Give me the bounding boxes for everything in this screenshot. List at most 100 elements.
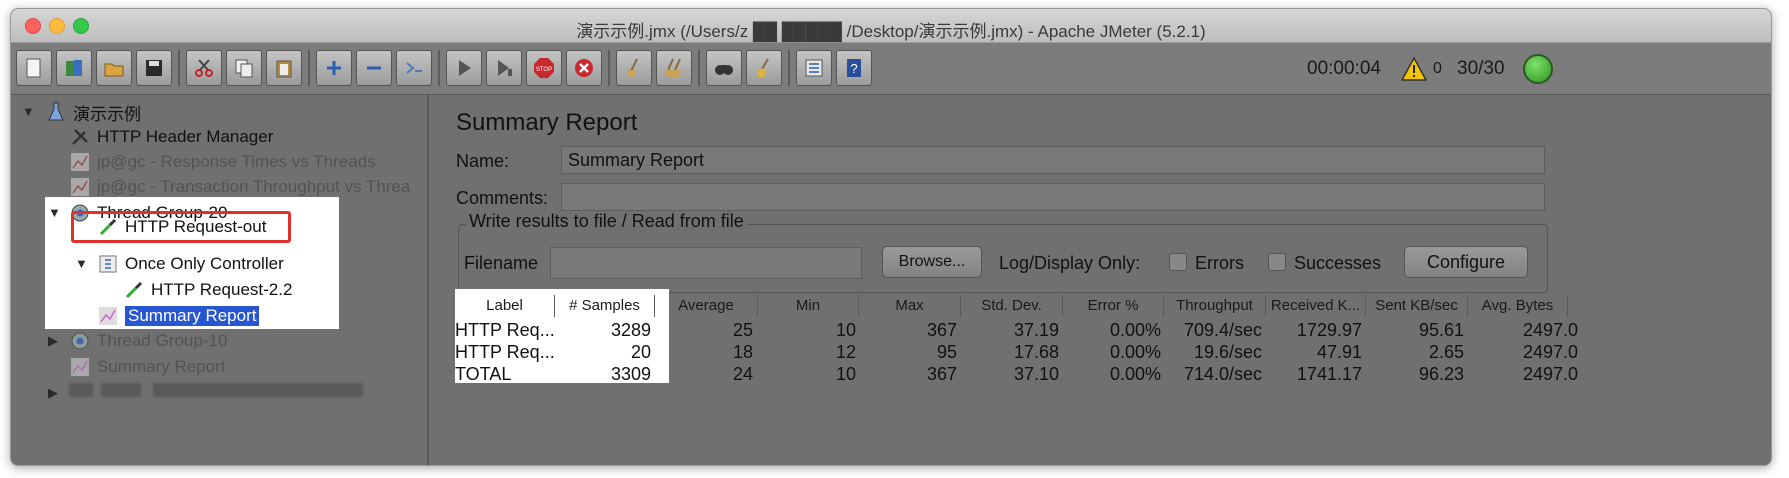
successes-label: Successes: [1294, 253, 1382, 273]
tree-item-label: HTTP Request-2.2: [151, 280, 293, 299]
pipette-icon: [97, 216, 119, 238]
column-header-error[interactable]: Error %: [1063, 295, 1164, 317]
expand-icon[interactable]: [316, 50, 352, 86]
redacted-text: [69, 383, 93, 397]
search-icon[interactable]: [706, 50, 742, 86]
save-icon[interactable]: [136, 50, 172, 86]
table-cell: 96.23: [1418, 364, 1464, 384]
graph-icon: [69, 176, 91, 198]
filename-field[interactable]: [550, 247, 862, 279]
table-cell: 19.6/sec: [1193, 342, 1262, 362]
tree-item-response-times[interactable]: jp@gc - Response Times vs Threads: [69, 150, 376, 174]
graph-icon: [97, 305, 119, 327]
copy-icon[interactable]: [226, 50, 262, 86]
warning-indicator[interactable]: 0: [1401, 43, 1442, 95]
tree-item-label: jp@gc - Response Times vs Threads: [97, 152, 376, 171]
column-header-max[interactable]: Max: [859, 295, 961, 317]
tree-collapse-arrow[interactable]: ▶: [48, 333, 58, 349]
name-label: Name:: [456, 151, 510, 171]
table-cell: 25: [732, 320, 753, 340]
toolbar-separator: [788, 50, 790, 86]
tree-item-http-request-out[interactable]: HTTP Request-out: [97, 215, 266, 239]
tree-root[interactable]: 演示示例: [45, 100, 141, 124]
test-plan-tree: ▼ 演示示例 HTTP Header Manager jp@gc - Respo…: [11, 95, 429, 465]
toolbar-separator: [178, 50, 180, 86]
column-header-label[interactable]: Label: [455, 295, 555, 317]
table-cell: 3289: [610, 320, 651, 340]
table-cell[interactable]: HTTP Req...: [455, 341, 555, 363]
tree-item-label: HTTP Request-out: [125, 217, 267, 236]
table-cell: 714.0/sec: [1183, 364, 1262, 384]
table-cell: 0.00%: [1109, 320, 1161, 340]
gear-icon: [69, 330, 91, 352]
table-cell[interactable]: HTTP Req...: [455, 319, 555, 341]
results-table: Label # Samples Average Min Max Std. Dev…: [453, 291, 1771, 465]
reset-search-icon[interactable]: [746, 50, 782, 86]
configure-button[interactable]: Configure: [1404, 246, 1528, 278]
page-title: Summary Report: [456, 109, 638, 136]
table-cell: 12: [835, 342, 856, 362]
table-cell: 18: [732, 342, 753, 362]
tree-collapse-arrow[interactable]: ▶: [48, 385, 58, 401]
stop-icon[interactable]: STOP: [526, 50, 562, 86]
toggle-icon[interactable]: [396, 50, 432, 86]
tree-item-label: jp@gc - Transaction Throughput vs Threa: [97, 177, 411, 196]
tree-item-header-manager[interactable]: HTTP Header Manager: [69, 125, 273, 149]
column-header-min[interactable]: Min: [758, 295, 859, 317]
redacted-text: [153, 383, 363, 397]
column-header-std-dev[interactable]: Std. Dev.: [961, 295, 1063, 317]
open-icon[interactable]: [96, 50, 132, 86]
new-icon[interactable]: [16, 50, 52, 86]
column-header-average[interactable]: Average: [655, 295, 758, 317]
toolbar-separator: [698, 50, 700, 86]
tree-item-summary-report[interactable]: Summary Report: [69, 355, 225, 379]
table-cell[interactable]: TOTAL: [455, 363, 511, 385]
table-cell: 47.91: [1316, 342, 1362, 362]
tree-expand-arrow[interactable]: ▼: [48, 205, 61, 220]
errors-checkbox[interactable]: [1169, 253, 1187, 271]
start-icon[interactable]: [446, 50, 482, 86]
tree-item-label: Once Only Controller: [125, 254, 284, 273]
tree-item-http-request-2-2[interactable]: HTTP Request-2.2: [123, 278, 292, 302]
column-header-avg-bytes[interactable]: Avg. Bytes: [1468, 295, 1568, 317]
tree-item-label: Summary Report: [97, 357, 226, 376]
tree-item-transaction-throughput[interactable]: jp@gc - Transaction Throughput vs Threa: [69, 175, 410, 199]
function-helper-icon[interactable]: [796, 50, 832, 86]
tree-item-once-only-controller[interactable]: Once Only Controller: [97, 252, 284, 276]
collapse-icon[interactable]: [356, 50, 392, 86]
table-cell: 2497.0: [1522, 342, 1578, 362]
column-header-received[interactable]: Received K...: [1266, 295, 1366, 317]
table-cell: 20: [630, 342, 651, 362]
table-cell: 1741.17: [1296, 364, 1362, 384]
table-cell: 95.61: [1418, 320, 1464, 340]
tree-item-summary-report-selected[interactable]: Summary Report: [97, 304, 260, 328]
templates-icon[interactable]: [56, 50, 92, 86]
tree-expand-arrow[interactable]: ▼: [75, 256, 88, 271]
graph-icon: [69, 151, 91, 173]
successes-checkbox[interactable]: [1268, 253, 1286, 271]
warning-count: 0: [1433, 60, 1442, 77]
column-header-sent[interactable]: Sent KB/sec: [1366, 295, 1468, 317]
filename-label: Filename: [464, 253, 539, 273]
errors-label: Errors: [1195, 253, 1244, 273]
tree-expand-arrow[interactable]: ▼: [22, 104, 35, 119]
comments-field[interactable]: [561, 183, 1545, 211]
help-icon[interactable]: ?: [836, 50, 872, 86]
cut-icon[interactable]: [186, 50, 222, 86]
toolbar-separator: [438, 50, 440, 86]
svg-text:?: ?: [850, 61, 857, 76]
column-header-samples[interactable]: # Samples: [555, 295, 655, 317]
column-header-throughput[interactable]: Throughput: [1164, 295, 1266, 317]
name-field[interactable]: Summary Report: [561, 146, 1545, 174]
tree-item-thread-group-10[interactable]: Thread Group-10: [69, 329, 227, 353]
flask-icon: [45, 101, 67, 123]
paste-icon[interactable]: [266, 50, 302, 86]
window-title: 演示示例.jmx (/Users/z ██ █████ /Desktop/演示示…: [576, 22, 1206, 41]
start-no-pauses-icon[interactable]: [486, 50, 522, 86]
browse-button[interactable]: Browse...: [882, 246, 982, 278]
table-cell: 2.65: [1428, 342, 1464, 362]
clear-all-icon[interactable]: [656, 50, 692, 86]
table-cell: 17.68: [1013, 342, 1059, 362]
clear-icon[interactable]: [616, 50, 652, 86]
shutdown-icon[interactable]: [566, 50, 602, 86]
